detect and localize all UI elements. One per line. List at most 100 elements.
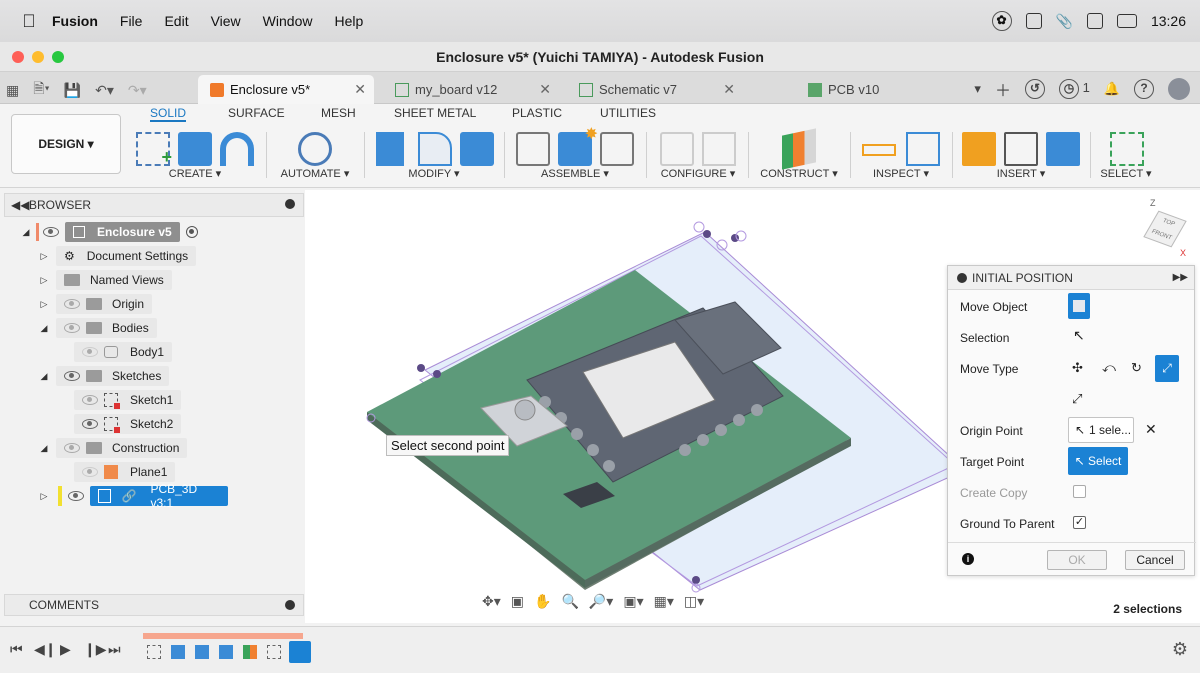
- tree-item-body1[interactable]: Body1: [74, 342, 173, 362]
- assemble-group[interactable]: ✸ ASSEMBLE ▾: [510, 126, 640, 186]
- ground-to-parent-checkbox[interactable]: ✓: [1073, 516, 1086, 529]
- menu-help[interactable]: Help: [334, 13, 363, 29]
- tab-sheet-metal[interactable]: SHEET METAL: [394, 106, 476, 120]
- origin-point-select[interactable]: ↖ 1 sele...: [1068, 417, 1134, 443]
- online-status-icon[interactable]: ↺: [1024, 79, 1045, 99]
- drive-icon[interactable]: [1025, 13, 1042, 29]
- automate-icon[interactable]: [298, 132, 332, 166]
- tree-item-document-settings[interactable]: ▷ ⚙ Document Settings: [38, 246, 197, 266]
- view-cube[interactable]: Z TOP FRONT X: [1136, 198, 1187, 258]
- zoom-icon[interactable]: 🔍: [561, 593, 578, 610]
- visibility-eye-icon[interactable]: [68, 491, 84, 501]
- new-component-icon[interactable]: [516, 132, 550, 166]
- clear-origin-point-icon[interactable]: ✕: [1145, 421, 1157, 438]
- collapse-browser-icon[interactable]: ◀◀: [11, 194, 29, 216]
- as-built-joint-icon[interactable]: [600, 132, 634, 166]
- jobs-status-icon[interactable]: ◷ 1: [1058, 79, 1090, 99]
- menu-view[interactable]: View: [211, 13, 241, 29]
- tab-surface[interactable]: SURFACE: [228, 106, 285, 120]
- construct-group[interactable]: CONSTRUCT ▾: [754, 128, 844, 186]
- comments-panel-header[interactable]: COMMENTS: [4, 594, 304, 616]
- notifications-icon[interactable]: 🔔: [1104, 81, 1120, 97]
- tab-my-board[interactable]: my_board v12 ✕: [383, 75, 559, 104]
- new-tab-icon[interactable]: ＋: [995, 77, 1011, 101]
- tree-item-origin[interactable]: ▷ Origin: [38, 294, 153, 314]
- cancel-button[interactable]: Cancel: [1125, 550, 1185, 570]
- move-type-point-to-position-icon[interactable]: ⤢: [1072, 391, 1082, 407]
- zoom-window-button[interactable]: [52, 51, 64, 63]
- close-tab-icon[interactable]: ✕: [539, 81, 551, 98]
- close-tab-icon[interactable]: ✕: [723, 81, 735, 98]
- create-copy-checkbox[interactable]: [1073, 485, 1086, 498]
- browser-panel-header[interactable]: ◀◀ BROWSER: [4, 193, 304, 217]
- tab-pcb[interactable]: PCB v10: [752, 75, 932, 104]
- tree-item-named-views[interactable]: ▷ Named Views: [38, 270, 172, 290]
- expand-arrow-icon[interactable]: ▷: [38, 275, 50, 286]
- dialog-header[interactable]: INITIAL POSITION ▶▶: [948, 266, 1194, 290]
- collapse-arrow-icon[interactable]: ◢: [38, 443, 50, 454]
- menu-window[interactable]: Window: [263, 13, 313, 29]
- expand-arrow-icon[interactable]: ▷: [38, 491, 50, 502]
- active-radio-icon[interactable]: [185, 226, 198, 238]
- look-at-icon[interactable]: ▣: [511, 593, 524, 610]
- openai-icon[interactable]: ✿: [991, 11, 1012, 31]
- browser-pin-icon[interactable]: [285, 199, 295, 209]
- insert-group[interactable]: INSERT ▾: [958, 128, 1084, 186]
- joint-icon[interactable]: ✸: [558, 126, 598, 166]
- tab-solid[interactable]: SOLID: [150, 106, 187, 122]
- visibility-eye-icon[interactable]: [64, 371, 80, 381]
- paperclip-icon[interactable]: 📎: [1056, 13, 1073, 30]
- viewports-icon[interactable]: ◫▾: [684, 593, 704, 610]
- insert-mesh-icon[interactable]: [1004, 132, 1038, 166]
- tree-item-bodies[interactable]: ◢ Bodies: [38, 318, 157, 338]
- tree-item-pcb3d[interactable]: ▷ 🔗 PCB_3D v3:1: [38, 482, 228, 510]
- visibility-eye-icon[interactable]: [43, 227, 59, 237]
- tab-plastic[interactable]: PLASTIC: [512, 106, 562, 120]
- tab-mesh[interactable]: MESH: [321, 106, 356, 120]
- hidden-eye-icon[interactable]: [64, 443, 80, 453]
- collapse-arrow-icon[interactable]: ◢: [20, 227, 32, 238]
- tab-schematic[interactable]: Schematic v7 ✕: [567, 75, 743, 104]
- timeline-extrude-icon[interactable]: [195, 645, 209, 659]
- window-select-icon[interactable]: [1110, 132, 1144, 166]
- view-cube-face[interactable]: TOP FRONT: [1143, 210, 1187, 248]
- collapse-arrow-icon[interactable]: ◢: [38, 323, 50, 334]
- tree-item-construction[interactable]: ◢ Construction: [38, 438, 188, 458]
- menu-app-name[interactable]: Fusion: [52, 13, 98, 29]
- fillet-icon[interactable]: [418, 132, 452, 166]
- ok-button[interactable]: OK: [1047, 550, 1107, 570]
- move-object-component-button[interactable]: [1068, 293, 1090, 319]
- timeline-extrude-icon[interactable]: [171, 645, 185, 659]
- play-icon[interactable]: ▶: [60, 641, 71, 658]
- go-to-end-icon[interactable]: ⏭: [108, 641, 121, 658]
- move-type-free-icon[interactable]: ✣: [1072, 360, 1083, 376]
- tree-item-plane1[interactable]: Plane1: [74, 462, 176, 482]
- user-avatar[interactable]: [1168, 78, 1190, 100]
- move-type-translate-icon[interactable]: ⤺: [1102, 360, 1116, 376]
- modify-group[interactable]: MODIFY ▾: [370, 128, 498, 186]
- hidden-eye-icon[interactable]: [64, 323, 80, 333]
- tree-item-sketch1[interactable]: Sketch1: [74, 390, 182, 410]
- grid-icon[interactable]: [1086, 13, 1103, 29]
- tree-item-sketches[interactable]: ◢ Sketches: [38, 366, 170, 386]
- comments-add-icon[interactable]: [285, 600, 295, 610]
- redo-icon[interactable]: ↷▾: [128, 82, 147, 99]
- menu-file[interactable]: File: [120, 13, 143, 29]
- revolve-icon[interactable]: [220, 132, 254, 166]
- save-icon[interactable]: 💾: [64, 82, 81, 99]
- workspace-switcher[interactable]: DESIGN ▾: [11, 114, 121, 174]
- timeline-settings-gear-icon[interactable]: ⚙: [1172, 639, 1188, 660]
- move-type-point-to-point-button[interactable]: ⤢: [1155, 355, 1179, 382]
- timeline-plane-icon[interactable]: [243, 645, 257, 659]
- move-type-rotate-icon[interactable]: ↻: [1131, 360, 1142, 376]
- hidden-eye-icon[interactable]: [82, 395, 98, 405]
- orbit-icon[interactable]: ✥▾: [482, 593, 501, 610]
- construct-plane-icon[interactable]: [782, 128, 816, 170]
- step-forward-icon[interactable]: ❙▶: [84, 641, 107, 658]
- close-tab-icon[interactable]: ✕: [354, 81, 366, 98]
- info-icon[interactable]: i: [962, 553, 974, 565]
- fit-icon[interactable]: 🔎▾: [589, 593, 613, 610]
- timeline-joint-icon[interactable]: [289, 641, 311, 663]
- tree-item-sketch2[interactable]: Sketch2: [74, 414, 182, 434]
- combine-icon[interactable]: [460, 132, 494, 166]
